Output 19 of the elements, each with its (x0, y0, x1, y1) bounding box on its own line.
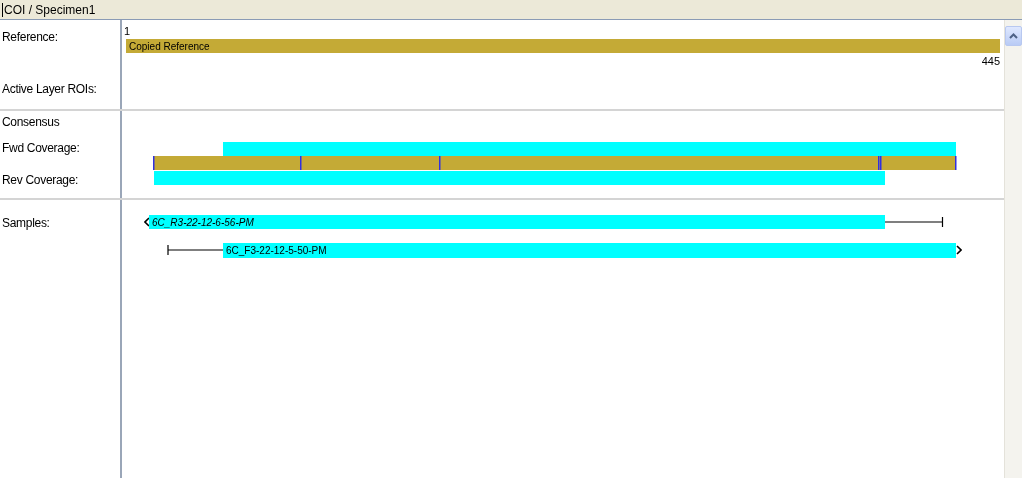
track-label: Consensus (2, 115, 60, 129)
track-label: Samples: (2, 216, 50, 230)
scrollbar[interactable] (1004, 20, 1022, 478)
read-bar[interactable]: 6C_R3-22-12-6-56-PM (149, 215, 885, 229)
track-label: Active Layer ROIs: (2, 82, 97, 96)
track-label: Rev Coverage: (2, 173, 79, 187)
arrowhead-icon (144, 217, 150, 227)
read-tail-line (885, 217, 944, 227)
track-label: Reference: (2, 30, 58, 44)
breadcrumb: COI / Specimen1 (2, 2, 96, 17)
reference-bar[interactable]: Copied Reference (126, 39, 1000, 53)
arrowhead-icon (956, 245, 962, 255)
start-position: 1 (124, 26, 131, 37)
scroll-up-button[interactable] (1005, 26, 1022, 46)
end-position: 445 (981, 56, 1000, 67)
read-tail-line (167, 245, 223, 255)
chevron-up-icon (1009, 33, 1018, 39)
track-label: Fwd Coverage: (2, 141, 80, 155)
read-bar[interactable]: 6C_F3-22-12-5-50-PM (223, 243, 956, 258)
